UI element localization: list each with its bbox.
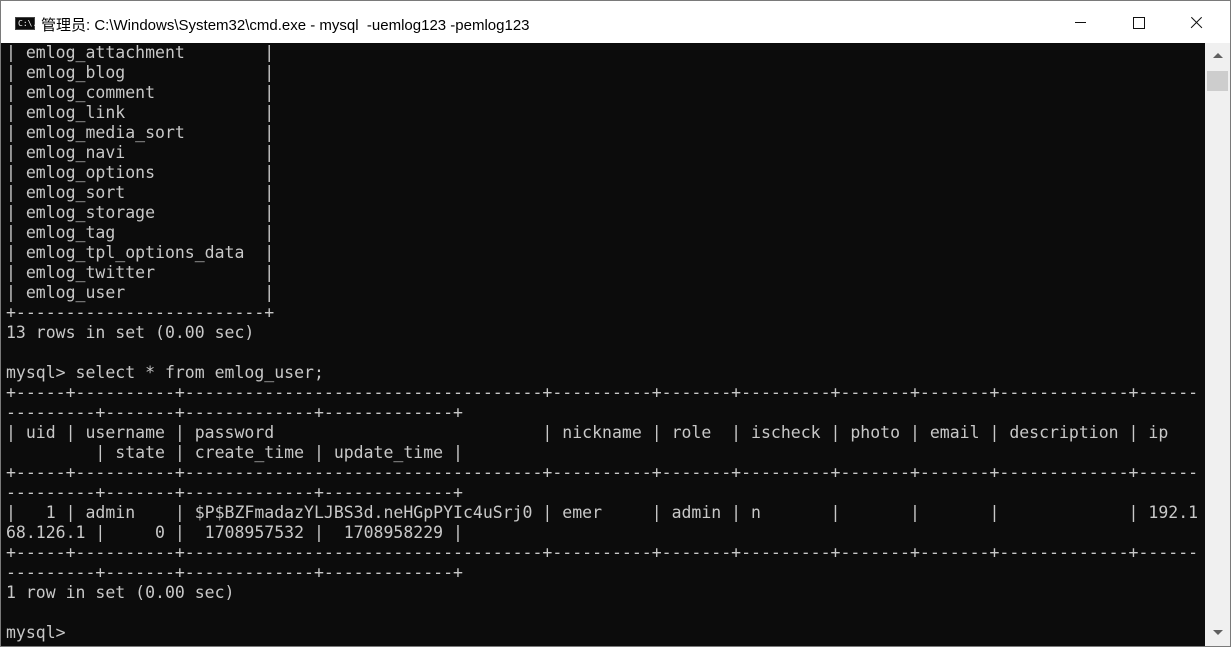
console-line: mysql> select * from emlog_user; [6, 363, 324, 382]
console-line: 13 rows in set (0.00 sec) [6, 323, 255, 342]
close-button[interactable] [1167, 1, 1225, 43]
console-line: +-----+----------+----------------------… [6, 463, 1199, 482]
scroll-thumb[interactable] [1207, 71, 1228, 91]
console-line: 68.126.1 | 0 | 1708957532 | 1708958229 | [6, 523, 463, 542]
cmd-icon-text: C:\. [18, 19, 38, 28]
console-line: | uid | username | password | nickname |… [6, 423, 1169, 442]
console-line: | state | create_time | update_time | [6, 443, 463, 462]
console-line: | emlog_blog | [6, 63, 275, 82]
console-line: | emlog_twitter | [6, 263, 275, 282]
console-line: | emlog_comment | [6, 83, 275, 102]
console-prompt[interactable]: mysql> [6, 623, 66, 643]
vertical-scrollbar[interactable] [1205, 43, 1230, 646]
console-output[interactable]: | emlog_attachment | | emlog_blog | | em… [1, 43, 1205, 646]
scroll-down-arrow-icon[interactable] [1205, 620, 1230, 646]
console-line: | emlog_user | [6, 283, 275, 302]
console-line: | emlog_sort | [6, 183, 275, 202]
cmd-icon[interactable]: C:\. [15, 17, 38, 30]
console-line: ---------+-------+-------------+--------… [6, 483, 463, 502]
console-line: 1 row in set (0.00 sec) [6, 583, 235, 602]
title-bar[interactable]: C:\. 管理员: C:\Windows\System32\cmd.exe - … [1, 1, 1230, 43]
console-line: | emlog_attachment | [6, 43, 275, 62]
console-line: ---------+-------+-------------+--------… [6, 403, 463, 422]
cmd-window: C:\. 管理员: C:\Windows\System32\cmd.exe - … [0, 0, 1231, 647]
console-line: | emlog_tpl_options_data | [6, 243, 275, 262]
console-line: +-----+----------+----------------------… [6, 543, 1199, 562]
console-line: | emlog_link | [6, 103, 275, 122]
window-title: 管理员: C:\Windows\System32\cmd.exe - mysql… [41, 17, 530, 34]
console-line: | emlog_navi | [6, 143, 275, 162]
console-line: | emlog_storage | [6, 203, 275, 222]
console-line: | 1 | admin | $P$BZFmadazYLJBS3d.neHGpPY… [6, 503, 1199, 522]
minimize-button[interactable] [1051, 1, 1109, 43]
console-line: | emlog_media_sort | [6, 123, 275, 142]
console-line: +-----+----------+----------------------… [6, 383, 1199, 402]
console-line: +-------------------------+ [6, 303, 275, 322]
console-line: | emlog_options | [6, 163, 275, 182]
console-line: | emlog_tag | [6, 223, 275, 242]
console-line: ---------+-------+-------------+--------… [6, 563, 463, 582]
maximize-button[interactable] [1109, 1, 1167, 43]
scroll-up-arrow-icon[interactable] [1205, 43, 1230, 69]
